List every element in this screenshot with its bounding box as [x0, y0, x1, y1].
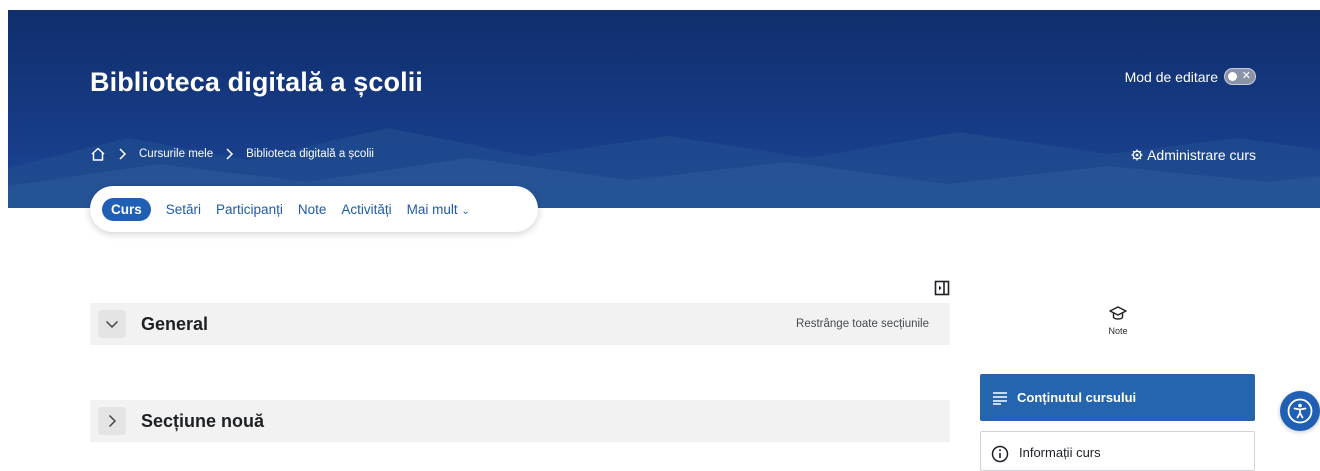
toggle-off-icon: ✕ — [1241, 70, 1251, 82]
info-icon — [991, 445, 1009, 463]
admin-label: Administrare curs — [1147, 147, 1256, 163]
edit-mode-toggle[interactable]: ✕ — [1224, 68, 1256, 85]
list-icon — [993, 391, 1007, 405]
drawer-toggle-icon[interactable] — [934, 280, 950, 296]
course-nav-tabs: Curs Setări Participanți Note Activități… — [90, 186, 538, 232]
chevron-right-icon — [108, 414, 116, 428]
chevron-right-icon — [119, 148, 127, 160]
grades-label: Note — [1108, 326, 1128, 336]
tab-participants[interactable]: Participanți — [216, 202, 283, 217]
chevron-right-icon — [226, 148, 234, 160]
section-expand-toggle[interactable] — [98, 407, 126, 435]
page-header: Biblioteca digitală a școlii Mod de edit… — [8, 10, 1320, 208]
section-new: Secțiune nouă — [90, 400, 950, 442]
grades-block[interactable]: Note — [1095, 305, 1141, 336]
tab-activities[interactable]: Activități — [341, 202, 391, 217]
section-collapse-toggle[interactable] — [98, 310, 126, 338]
tab-more-label: Mai mult — [406, 201, 458, 217]
tab-settings[interactable]: Setări — [166, 202, 201, 217]
course-admin-link[interactable]: Administrare curs — [1131, 147, 1256, 163]
course-info-button[interactable]: Informații curs — [980, 431, 1255, 471]
tab-more[interactable]: Mai mult ⌄ — [407, 202, 470, 217]
collapse-all-link[interactable]: Restrânge toate secțiunile — [796, 318, 929, 330]
tab-course[interactable]: Curs — [102, 197, 151, 221]
top-strip — [0, 0, 1320, 10]
section-title[interactable]: Secțiune nouă — [141, 411, 264, 432]
course-title: Biblioteca digitală a școlii — [90, 67, 423, 97]
edit-mode-label: Mod de editare — [1124, 68, 1218, 85]
home-icon[interactable] — [90, 146, 106, 162]
breadcrumb-current-course[interactable]: Biblioteca digitală a școlii — [246, 148, 374, 160]
graduation-cap-icon — [1109, 306, 1127, 320]
chevron-down-icon — [105, 320, 119, 328]
tab-grades[interactable]: Note — [298, 202, 327, 217]
breadcrumb-my-courses[interactable]: Cursurile mele — [139, 148, 213, 160]
edit-mode-control[interactable]: Mod de editare ✕ — [1125, 68, 1256, 85]
accessibility-icon — [1287, 398, 1313, 424]
course-index-label: Conținutul cursului — [1017, 390, 1137, 405]
toggle-knob — [1228, 72, 1237, 81]
section-general: General Restrânge toate secțiunile — [90, 303, 950, 345]
accessibility-button[interactable] — [1280, 391, 1320, 431]
breadcrumb: Cursurile mele Biblioteca digitală a șco… — [90, 146, 386, 162]
course-info-label: Informații curs — [1019, 445, 1101, 460]
gear-icon — [1131, 149, 1143, 161]
course-index-button[interactable]: Conținutul cursului — [980, 374, 1255, 421]
chevron-down-icon: ⌄ — [461, 205, 470, 217]
section-title[interactable]: General — [141, 314, 208, 335]
